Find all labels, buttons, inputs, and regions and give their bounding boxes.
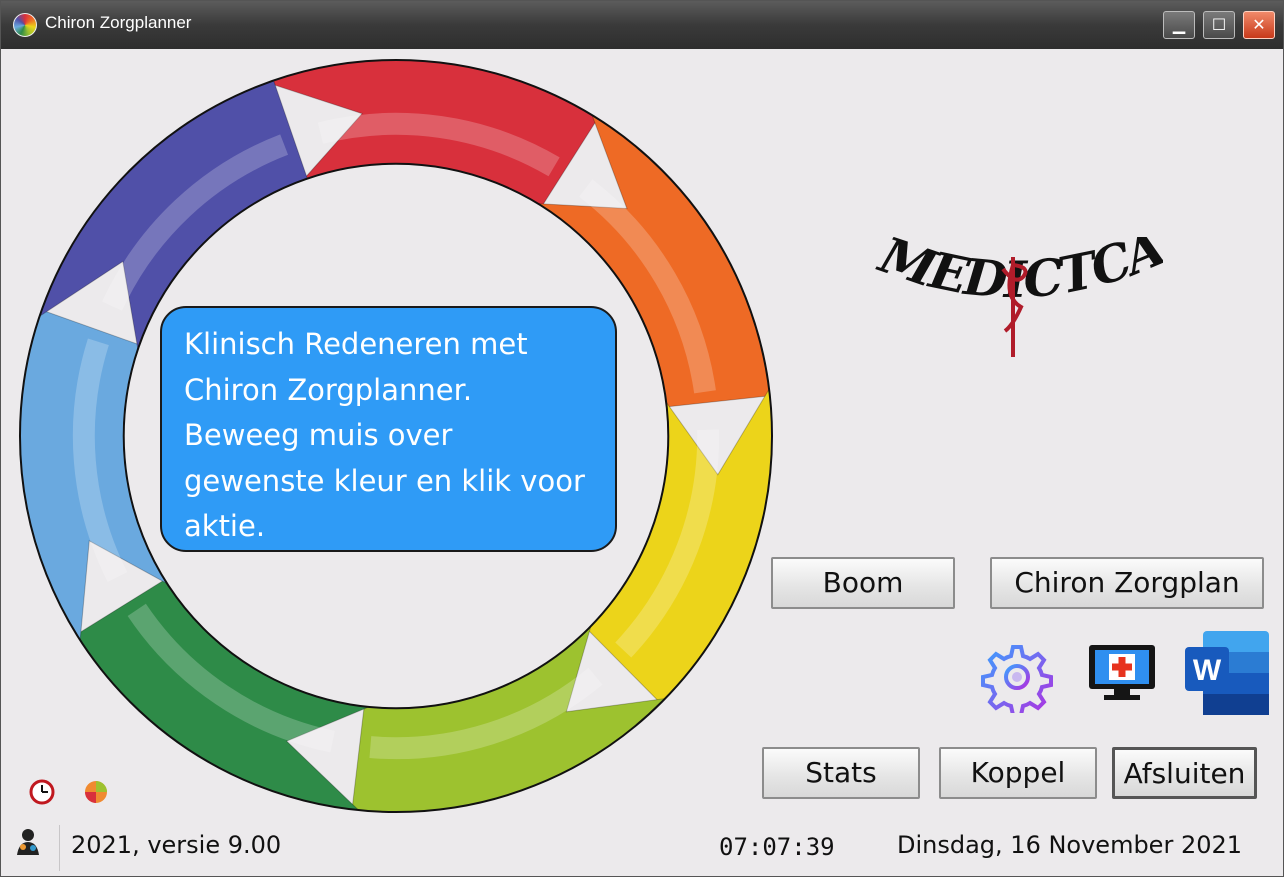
gear-icon[interactable] bbox=[981, 641, 1053, 713]
chiron-zorgplan-button[interactable]: Chiron Zorgplan bbox=[990, 557, 1264, 609]
status-bar: 2021, versie 9.00 07:07:39 Dinsdag, 16 N… bbox=[1, 819, 1283, 877]
close-button[interactable]: ✕ bbox=[1243, 11, 1275, 39]
koppel-button[interactable]: Koppel bbox=[939, 747, 1097, 799]
word-letter: W bbox=[1193, 654, 1222, 687]
status-separator bbox=[59, 825, 60, 871]
person-icon[interactable] bbox=[13, 827, 43, 857]
afsluiten-button[interactable]: Afsluiten bbox=[1112, 747, 1257, 799]
app-icon[interactable] bbox=[13, 13, 37, 37]
word-icon[interactable]: W bbox=[1185, 631, 1269, 715]
medical-monitor-icon[interactable] bbox=[1087, 643, 1157, 703]
instruction-message: Klinisch Redeneren met Chiron Zorgplanne… bbox=[160, 306, 617, 552]
boom-button[interactable]: Boom bbox=[771, 557, 955, 609]
date-text: Dinsdag, 16 November 2021 bbox=[897, 831, 1243, 859]
main-window: Chiron Zorgplanner ▁ ☐ ✕ Klinisch Redene… bbox=[0, 0, 1284, 877]
version-text: 2021, versie 9.00 bbox=[71, 831, 282, 859]
chiron-icon[interactable] bbox=[83, 779, 109, 805]
clock-text: 07:07:39 bbox=[719, 833, 835, 861]
minimize-button[interactable]: ▁ bbox=[1163, 11, 1195, 39]
stats-button[interactable]: Stats bbox=[762, 747, 920, 799]
window-title: Chiron Zorgplanner bbox=[45, 13, 192, 32]
medictcare-logo: MEDICTCARE bbox=[863, 237, 1163, 357]
maximize-button[interactable]: ☐ bbox=[1203, 11, 1235, 39]
title-bar[interactable]: Chiron Zorgplanner ▁ ☐ ✕ bbox=[1, 1, 1283, 49]
clock-icon[interactable] bbox=[29, 779, 55, 805]
